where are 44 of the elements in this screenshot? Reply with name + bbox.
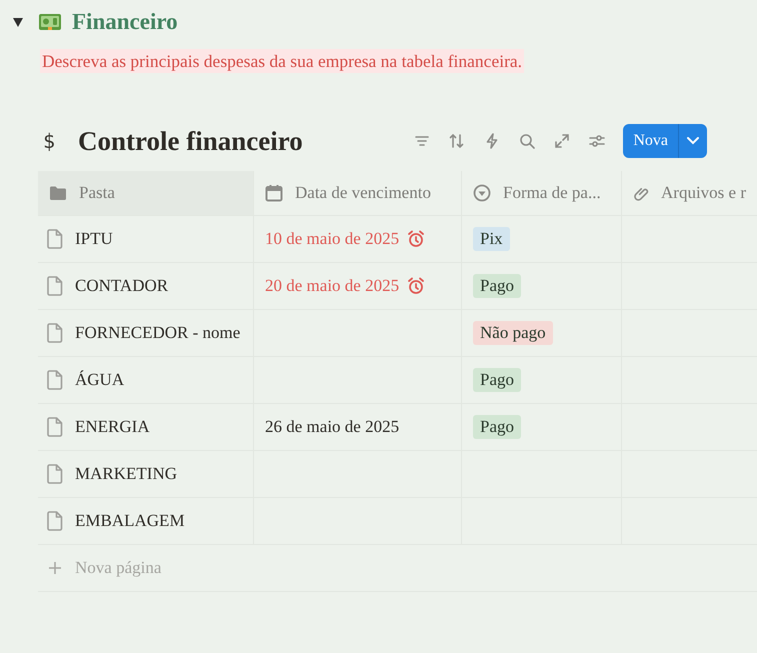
dollar-icon: $	[38, 129, 78, 153]
page-icon	[47, 417, 63, 437]
alarm-clock-icon	[407, 230, 426, 248]
folder-icon	[49, 185, 67, 201]
page-icon	[47, 370, 63, 390]
database-title: Controle financeiro	[78, 126, 304, 156]
chevron-down-icon	[686, 136, 700, 146]
expand-icon[interactable]	[553, 132, 572, 150]
column-label: Pasta	[79, 183, 115, 203]
column-header[interactable]: Arquivos e r	[622, 171, 757, 215]
payment-tag: Pago	[473, 368, 521, 392]
page-icon	[47, 464, 63, 484]
plus-icon[interactable]	[48, 561, 62, 575]
payment-tag: Não pago	[473, 321, 553, 345]
money-icon	[38, 12, 62, 32]
payment-tag: Pix	[473, 227, 510, 251]
alarm-clock-icon	[407, 277, 426, 295]
search-icon[interactable]	[518, 132, 536, 150]
page-title[interactable]: FORNECEDOR - nome	[75, 323, 240, 343]
payment-tag: Pago	[473, 274, 521, 298]
column-header[interactable]: Data de vencimento	[254, 171, 462, 215]
column-label: Forma de pa...	[503, 183, 601, 203]
new-button[interactable]: Nova	[623, 124, 678, 158]
section-title: Financeiro	[72, 9, 178, 35]
column-label: Arquivos e r	[661, 183, 746, 203]
column-header[interactable]: Forma de pa...	[462, 171, 622, 215]
dropdown-circle-icon	[473, 184, 491, 202]
page-title[interactable]: ÁGUA	[75, 370, 124, 390]
page-title[interactable]: CONTADOR	[75, 276, 168, 296]
payment-tag: Pago	[473, 415, 521, 439]
page-icon	[47, 229, 63, 249]
page-icon	[47, 323, 63, 343]
section-description: Descreva as principais despesas da sua empresa na tabela financeira.	[40, 49, 524, 73]
page-title[interactable]: IPTU	[75, 229, 113, 249]
page-title[interactable]: EMBALAGEM	[75, 511, 185, 531]
due-date: 26 de maio de 2025	[265, 417, 400, 437]
due-date: 20 de maio de 2025	[265, 276, 400, 296]
calendar-icon	[265, 184, 283, 202]
column-label: Data de vencimento	[295, 183, 431, 203]
page-icon	[47, 511, 63, 531]
page-title[interactable]: MARKETING	[75, 464, 177, 484]
page-title[interactable]: ENERGIA	[75, 417, 150, 437]
due-date: 10 de maio de 2025	[265, 229, 400, 249]
page-icon	[47, 276, 63, 296]
